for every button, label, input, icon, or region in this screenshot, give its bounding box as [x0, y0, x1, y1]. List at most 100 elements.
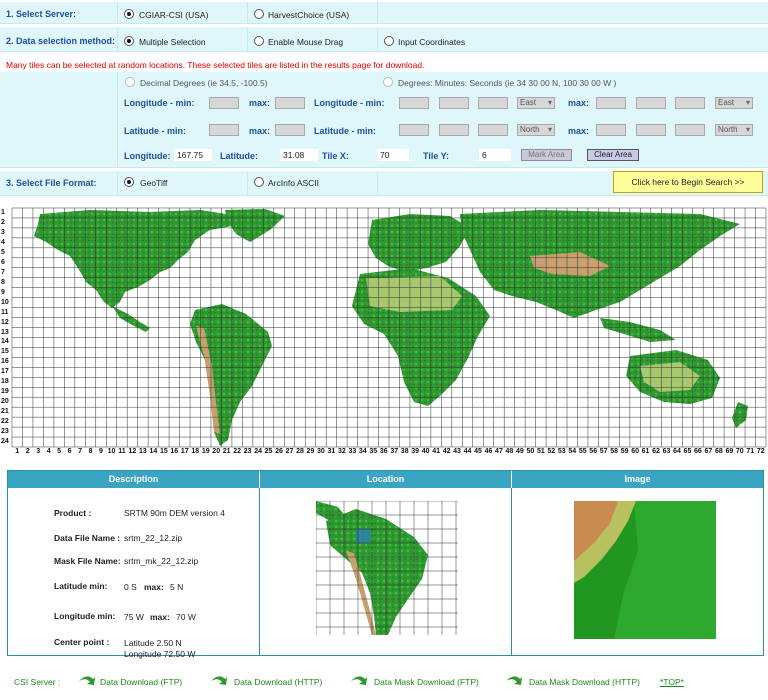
- dd-lat-min-input[interactable]: [209, 124, 239, 136]
- dms-lon-min-deg-input[interactable]: [399, 97, 429, 109]
- central-america-land: [112, 306, 150, 332]
- dms-lon-min-sec-input[interactable]: [478, 97, 508, 109]
- data-mask-download-ftp-link[interactable]: Data Mask Download (FTP): [374, 677, 479, 687]
- server-radio-cgiar[interactable]: [124, 9, 134, 19]
- dms-lat-min-sec-input[interactable]: [478, 124, 508, 136]
- csi-server-label: CSI Server :: [14, 677, 61, 687]
- tile-column-label: 35: [369, 448, 378, 455]
- dms-lat-min-deg-input[interactable]: [399, 124, 429, 136]
- decimal-degrees-radio[interactable]: [125, 77, 135, 87]
- header-location: Location: [260, 471, 512, 488]
- tile-column-label: 42: [442, 448, 451, 455]
- dms-radio[interactable]: [383, 77, 393, 87]
- dms-lon-max-min-input[interactable]: [636, 97, 666, 109]
- dms-lat-max-min-input[interactable]: [636, 124, 666, 136]
- data-download-ftp-link[interactable]: Data Download (FTP): [100, 677, 182, 687]
- latmax-value: 5 N: [170, 582, 184, 592]
- tile-column-label: 31: [327, 448, 336, 455]
- product-label: Product :: [54, 508, 92, 518]
- location-map: [316, 501, 458, 635]
- tile-row-label: 23: [1, 428, 9, 436]
- tile-column-label: 71: [746, 448, 755, 455]
- dd-lon-max-input[interactable]: [275, 97, 305, 109]
- tile-row-label: 3: [1, 228, 5, 236]
- dms-lat-min-hemisphere-select[interactable]: North: [517, 124, 555, 136]
- tile-row-label: 13: [1, 328, 9, 336]
- world-map-canvas[interactable]: [0, 206, 768, 458]
- tile-column-label: 55: [578, 448, 587, 455]
- tile-row-label: 19: [1, 388, 9, 396]
- tile-column-label: 34: [358, 448, 367, 455]
- data-download-http-link[interactable]: Data Download (HTTP): [234, 677, 322, 687]
- dd-lat-max-input[interactable]: [275, 124, 305, 136]
- tile-column-label: 17: [180, 448, 189, 455]
- tile-row-label: 12: [1, 318, 9, 326]
- tile-row-label: 24: [1, 438, 9, 446]
- maskfile-label: Mask File Name:: [54, 556, 121, 566]
- begin-search-button[interactable]: Click here to Begin Search >>: [613, 171, 763, 193]
- tile-column-label: 3: [36, 448, 41, 455]
- tile-column-label: 52: [547, 448, 556, 455]
- latmin-label: Latitude min:: [54, 581, 108, 591]
- tile-column-label: 38: [400, 448, 409, 455]
- tile-column-label: 46: [484, 448, 493, 455]
- method-option-input-coords: Input Coordinates: [398, 37, 466, 47]
- dms-lon-max-sec-input[interactable]: [675, 97, 705, 109]
- dd-lat-max-label: max:: [249, 126, 271, 136]
- tile-column-label: 2: [25, 448, 30, 455]
- server-radio-harvestchoice[interactable]: [254, 9, 264, 19]
- dms-lat-min-label: Latitude - min:: [314, 126, 376, 136]
- tile-column-label: 39: [411, 448, 420, 455]
- world-tile-map[interactable]: 1 2 3 4 5 6 7 8 9 10 11 12 13 14 15 16 17 18 19 20 21 22 23 24 …: [0, 206, 768, 458]
- dms-lon-min-label: Longitude - min:: [314, 98, 385, 108]
- southeast-asia-islands: [600, 318, 676, 342]
- dd-lon-min-input[interactable]: [209, 97, 239, 109]
- dms-lon-min-hemisphere-select[interactable]: East: [517, 97, 555, 109]
- format-radio-arcinfo[interactable]: [254, 177, 264, 187]
- method-radio-mouse-drag[interactable]: [254, 36, 264, 46]
- mark-area-button[interactable]: Mark Area: [521, 149, 572, 161]
- header-image: Image: [512, 471, 763, 488]
- tile-column-label: 60: [631, 448, 639, 455]
- tile-column-label: 20: [212, 448, 221, 455]
- south-america-land: [190, 304, 272, 446]
- clear-area-button[interactable]: Clear Area: [587, 149, 639, 161]
- center-lon: Longitude 72.50 W: [124, 649, 196, 659]
- readout-lat-label: Latitude:: [220, 151, 258, 161]
- dms-lat-max-sec-input[interactable]: [675, 124, 705, 136]
- tile-row-label: 16: [1, 358, 9, 366]
- dms-lat-max-label: max:: [568, 126, 590, 136]
- tile-row-label: 17: [1, 368, 9, 376]
- search-form: 1. Select Server: CGIAR-CSI (USA) Harves…: [0, 0, 768, 205]
- center-label: Center point :: [54, 637, 110, 647]
- tile-column-label: 48: [505, 448, 514, 455]
- tile-column-label: 51: [536, 448, 545, 455]
- dms-lon-min-min-input[interactable]: [439, 97, 469, 109]
- format-radio-geotiff[interactable]: [124, 177, 134, 187]
- tile-row-label: 20: [1, 398, 9, 406]
- dms-lat-max-hemisphere-select[interactable]: North: [715, 124, 753, 136]
- readout-tilex-value: 70: [377, 149, 409, 161]
- europe-land: [368, 214, 470, 272]
- data-mask-download-http-link[interactable]: Data Mask Download (HTTP): [529, 677, 640, 687]
- method-option-mouse-drag: Enable Mouse Drag: [268, 37, 344, 47]
- method-label: 2. Data selection method:: [6, 36, 116, 46]
- dms-lon-max-hemisphere-select[interactable]: East: [715, 97, 753, 109]
- dms-lat-min-min-input[interactable]: [439, 124, 469, 136]
- tile-column-label: 13: [138, 448, 147, 455]
- readout-lat-value: 31.08: [280, 149, 318, 161]
- server-option-cgiar: CGIAR-CSI (USA): [139, 10, 209, 20]
- tile-row-label: 10: [1, 298, 9, 306]
- top-link[interactable]: *TOP*: [660, 677, 684, 687]
- dms-lat-max-deg-input[interactable]: [596, 124, 626, 136]
- dd-lat-min-label: Latitude - min:: [124, 126, 186, 136]
- tile-column-label: 41: [432, 448, 440, 455]
- method-radio-multiple[interactable]: [124, 36, 134, 46]
- tile-row-label: 14: [1, 338, 9, 346]
- tile-column-label: 62: [652, 448, 660, 455]
- server-label: 1. Select Server:: [6, 9, 77, 19]
- dms-lon-max-deg-input[interactable]: [596, 97, 626, 109]
- method-option-multiple: Multiple Selection: [139, 37, 206, 47]
- readout-lon-label: Longitude:: [124, 151, 171, 161]
- method-radio-input-coords[interactable]: [384, 36, 394, 46]
